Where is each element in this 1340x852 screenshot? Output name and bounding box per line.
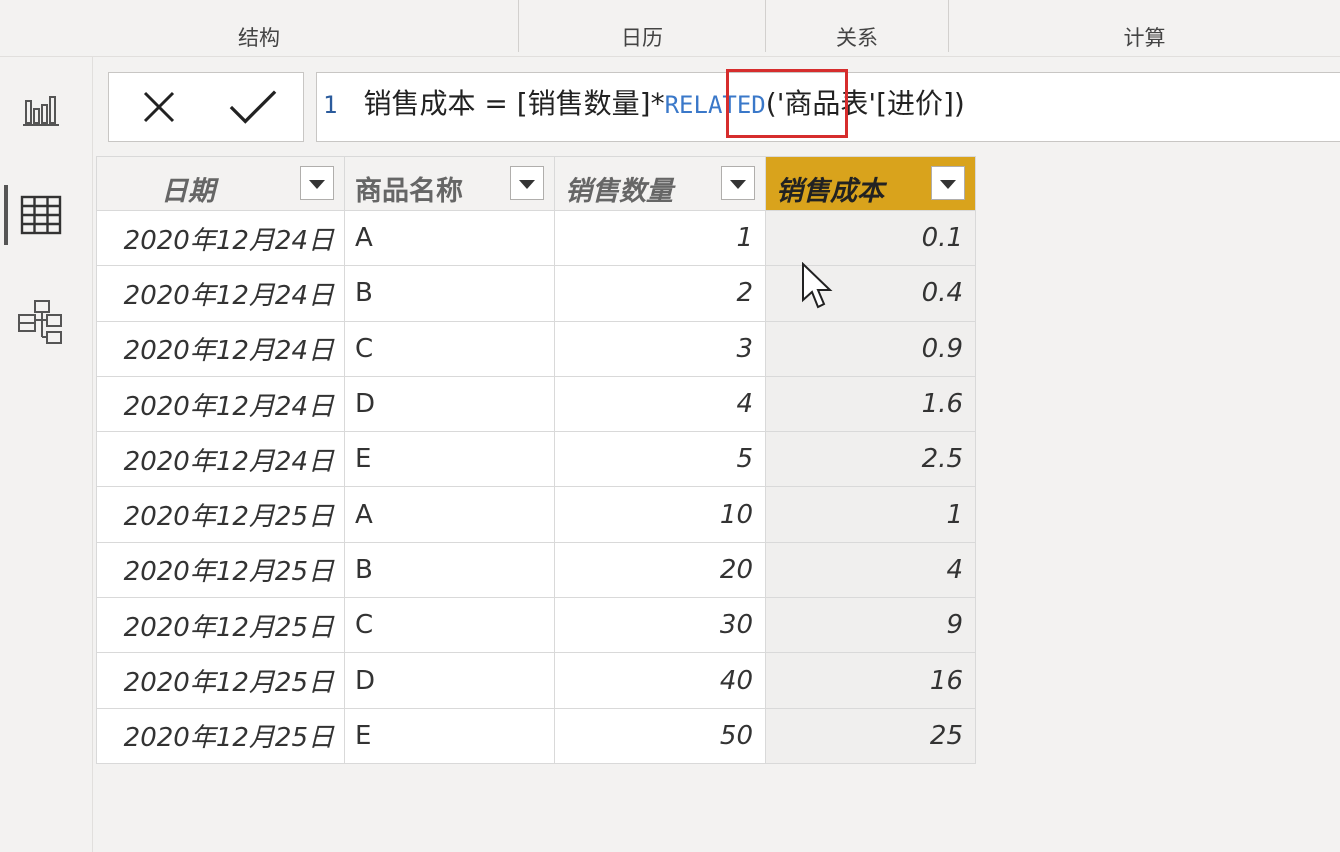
column-header-label: 销售成本 [776, 176, 884, 207]
table-cell[interactable]: 2020年12月25日 [96, 707, 345, 764]
table-row: 2020年12月25日 D 40 16 [96, 652, 976, 709]
column-header-label: 日期 [161, 176, 215, 207]
column-header-quantity[interactable]: 销售数量 [554, 156, 766, 211]
equals-sign: = [484, 87, 508, 120]
formula-line: 1 销售成本 = [销售数量]*RELATED('商品表'[进价]) [323, 87, 965, 122]
table-cell[interactable]: 10 [554, 486, 766, 543]
table-cell[interactable]: 2020年12月25日 [96, 486, 345, 543]
model-view-button[interactable] [8, 293, 74, 353]
checkmark-icon [229, 90, 277, 124]
ribbon-group-structure: 结构 [0, 0, 518, 56]
table-cell[interactable]: C [344, 320, 555, 377]
ribbon-group-label: 关系 [836, 26, 878, 50]
table-cell[interactable]: 1 [765, 486, 976, 543]
ribbon-group-calculations: 计算 [949, 0, 1340, 56]
table-cell[interactable]: 4 [765, 541, 976, 599]
column-header-label: 销售数量 [565, 176, 673, 207]
column-header-label: 商品名称 [355, 176, 463, 207]
ribbon-group-relationships: 关系 [766, 0, 948, 56]
table-cell[interactable]: 0.9 [765, 320, 976, 377]
filter-dropdown-icon[interactable] [931, 166, 965, 200]
table-cell[interactable]: 2020年12月24日 [96, 375, 345, 433]
line-number: 1 [323, 91, 338, 119]
table-cell[interactable]: 50 [554, 707, 766, 764]
table-cell[interactable]: 2.5 [765, 431, 976, 488]
table-cell[interactable]: 40 [554, 652, 766, 709]
table-row: 2020年12月24日 B 2 0.4 [96, 265, 976, 322]
table-row: 2020年12月25日 C 30 9 [96, 597, 976, 654]
measure-name: 销售成本 [363, 87, 476, 120]
table-cell[interactable]: B [344, 541, 555, 599]
table-row: 2020年12月25日 A 10 1 [96, 486, 976, 543]
table-cell[interactable]: 2020年12月24日 [96, 209, 345, 267]
ribbon-group-calendar: 日历 [519, 0, 765, 56]
function-arguments: ('商品表'[进价]) [765, 87, 965, 120]
table-row: 2020年12月24日 C 3 0.9 [96, 320, 976, 377]
commit-formula-button[interactable] [228, 82, 278, 132]
filter-dropdown-icon[interactable] [721, 166, 755, 200]
formula-editor[interactable]: 1 销售成本 = [销售数量]*RELATED('商品表'[进价]) [316, 72, 1340, 142]
table-cell[interactable]: 0.4 [765, 265, 976, 322]
column-header-date[interactable]: 日期 [96, 156, 345, 211]
table-cell[interactable]: 9 [765, 597, 976, 654]
data-view-button[interactable] [4, 185, 74, 245]
table-cell[interactable]: 3 [554, 320, 766, 377]
table-cell[interactable]: D [344, 652, 555, 709]
report-view-button[interactable] [8, 79, 74, 139]
table-cell[interactable]: 4 [554, 375, 766, 433]
table-cell[interactable]: 16 [765, 652, 976, 709]
table-cell[interactable]: A [344, 486, 555, 543]
model-icon [18, 300, 62, 344]
cancel-formula-button[interactable] [134, 82, 184, 132]
function-keyword: RELATED [664, 91, 766, 119]
table-cell[interactable]: C [344, 597, 555, 654]
ribbon-group-label: 计算 [1123, 26, 1166, 50]
view-switcher [0, 57, 93, 852]
table-cell[interactable]: 0.1 [765, 209, 976, 267]
close-icon [143, 91, 175, 123]
filter-dropdown-icon[interactable] [300, 166, 334, 200]
column-header-product[interactable]: 商品名称 [344, 156, 555, 211]
table-row: 2020年12月25日 B 20 4 [96, 541, 976, 599]
table-cell[interactable]: 2020年12月24日 [96, 431, 345, 488]
table-cell[interactable]: 2020年12月25日 [96, 541, 345, 599]
data-table: 日期 商品名称 销售数量 销售成本 2020年12月24日 A 1 0.1 2020年1… [96, 156, 976, 764]
formula-actions [108, 72, 304, 142]
table-cell[interactable]: B [344, 265, 555, 322]
table-cell[interactable]: 2020年12月24日 [96, 265, 345, 322]
table-cell[interactable]: E [344, 431, 555, 488]
table-cell[interactable]: 2020年12月24日 [96, 320, 345, 377]
ribbon: 结构 日历 关系 计算 [0, 0, 1340, 57]
table-cell[interactable]: 30 [554, 597, 766, 654]
bar-chart-icon [23, 96, 59, 126]
table-cell[interactable]: 2020年12月25日 [96, 597, 345, 654]
table-cell[interactable]: 20 [554, 541, 766, 599]
table-cell[interactable]: D [344, 375, 555, 433]
header-row: 日期 商品名称 销售数量 销售成本 [96, 156, 976, 211]
table-cell[interactable]: 1 [554, 209, 766, 267]
table-body: 2020年12月24日 A 1 0.1 2020年12月24日 B 2 0.4 2020年12月… [96, 209, 976, 764]
table-cell[interactable]: A [344, 209, 555, 267]
table-cell[interactable]: 1.6 [765, 375, 976, 433]
column-header-cost[interactable]: 销售成本 [765, 156, 976, 211]
table-row: 2020年12月24日 D 4 1.6 [96, 375, 976, 433]
table-cell[interactable]: 5 [554, 431, 766, 488]
filter-dropdown-icon[interactable] [510, 166, 544, 200]
table-cell[interactable]: 2 [554, 265, 766, 322]
table-icon [20, 195, 62, 235]
table-cell[interactable]: 2020年12月25日 [96, 652, 345, 709]
table-cell[interactable]: 25 [765, 707, 976, 764]
table-cell[interactable]: E [344, 707, 555, 764]
ribbon-group-label: 日历 [621, 26, 663, 50]
table-row: 2020年12月24日 E 5 2.5 [96, 431, 976, 488]
table-row: 2020年12月25日 E 50 25 [96, 707, 976, 764]
ribbon-group-label: 结构 [238, 26, 280, 50]
column-reference: [销售数量]* [516, 87, 665, 120]
table-row: 2020年12月24日 A 1 0.1 [96, 209, 976, 267]
